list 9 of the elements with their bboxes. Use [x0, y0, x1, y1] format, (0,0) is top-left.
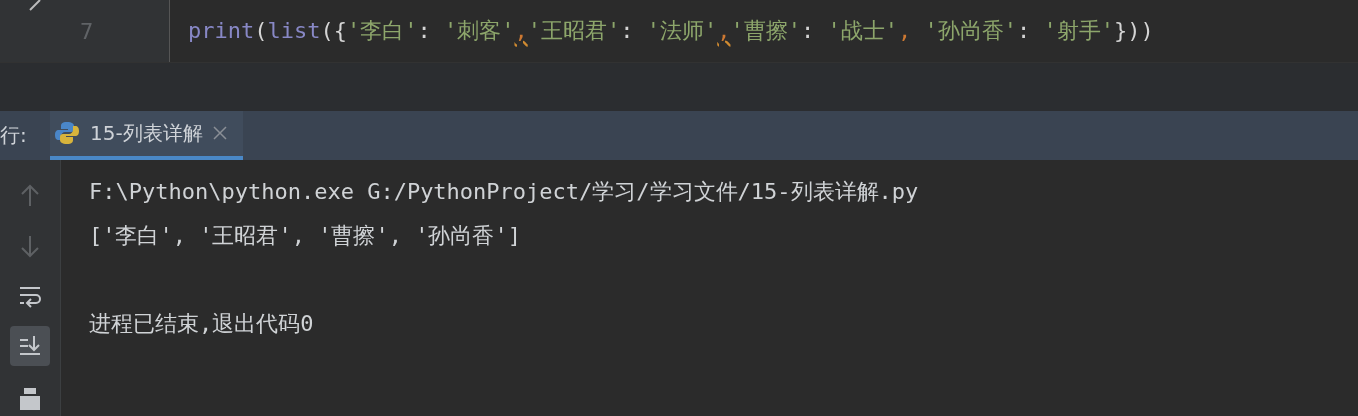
- code-line: print(list({'李白': '刺客','王昭君': '法师','曹擦': '战士', '孙尚香': '射手'})): [188, 17, 1154, 46]
- panel-label: 行:: [0, 121, 28, 149]
- console-line: 进程已结束,退出代码0: [89, 310, 315, 338]
- console-line: ['李白', '王昭君', '曹擦', '孙尚香']: [89, 222, 522, 250]
- close-icon[interactable]: [212, 126, 227, 141]
- run-tab[interactable]: 15-列表详解: [50, 110, 243, 160]
- scroll-end-icon[interactable]: [10, 326, 50, 366]
- console-line: F:\Python\python.exe G:/PythonProject/学习/学习文件/15-列表详解.py: [89, 178, 919, 206]
- python-icon: [54, 120, 80, 147]
